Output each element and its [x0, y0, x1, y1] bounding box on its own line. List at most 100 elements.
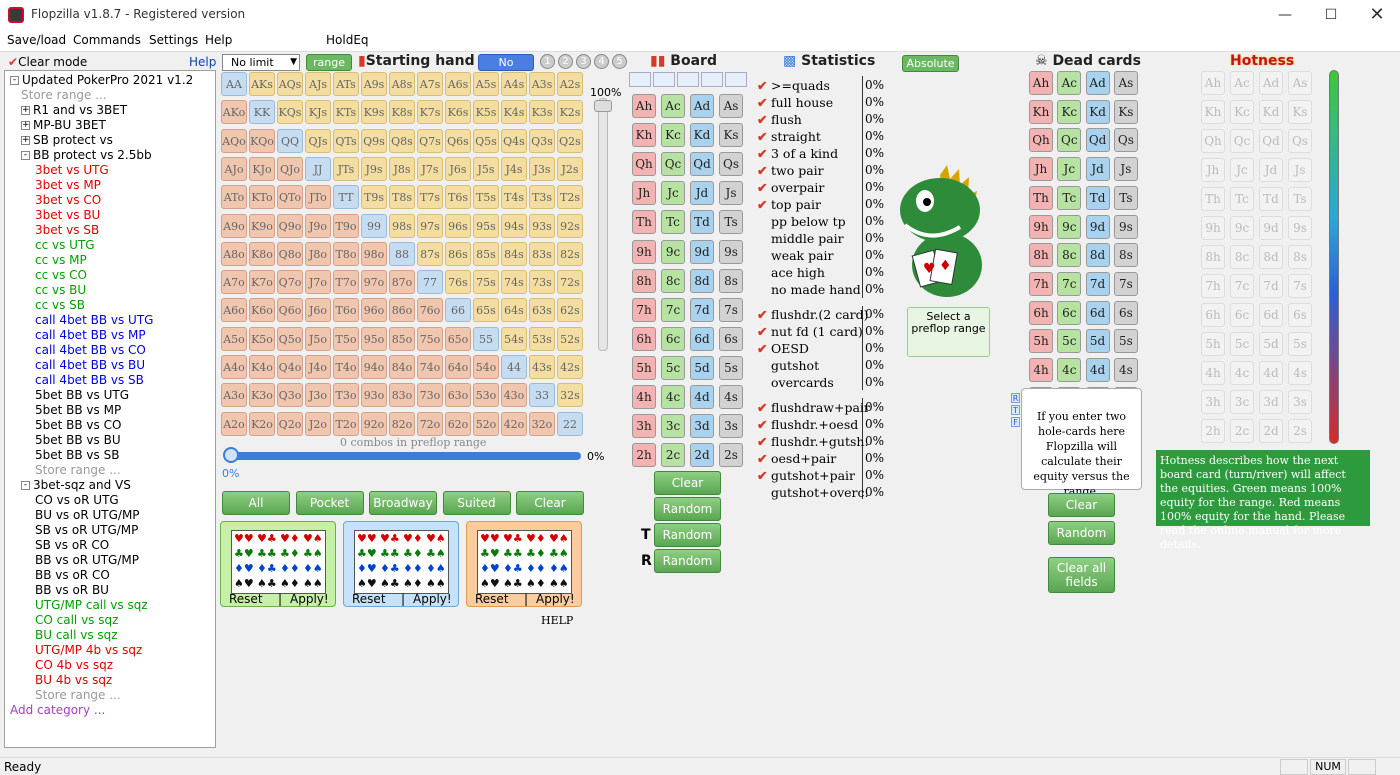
- tree-item[interactable]: UTG/MP 4b vs sqz: [35, 643, 142, 658]
- hand-cell[interactable]: 53s: [529, 326, 555, 351]
- hand-cell[interactable]: AQs: [277, 72, 303, 96]
- tree-item[interactable]: Store range ...: [35, 463, 121, 478]
- board-card[interactable]: 2s: [719, 443, 743, 468]
- board-card[interactable]: Kc: [661, 123, 685, 148]
- no-weight-button[interactable]: No weight: [478, 54, 534, 84]
- hand-cell[interactable]: T6s: [445, 185, 471, 210]
- board-card[interactable]: 7h: [632, 297, 656, 322]
- hand-cell[interactable]: 97o: [361, 270, 387, 295]
- hand-cell[interactable]: JTs: [333, 156, 359, 181]
- tree-item[interactable]: call 4bet BB vs UTG: [35, 313, 153, 328]
- apply-button[interactable]: Apply!: [413, 592, 452, 606]
- dead-card[interactable]: Ts: [1113, 185, 1138, 210]
- hotness-card[interactable]: 4s: [1288, 361, 1312, 385]
- board-card[interactable]: 7c: [661, 297, 685, 322]
- hand-cell[interactable]: J8s: [389, 156, 415, 181]
- stat-row[interactable]: ace high: [757, 264, 825, 281]
- board-card[interactable]: 4d: [690, 385, 714, 409]
- dead-card[interactable]: 5d: [1085, 329, 1110, 354]
- hotness-card[interactable]: 9h: [1201, 216, 1225, 240]
- hotness-card[interactable]: Qc: [1230, 129, 1254, 153]
- range-tree[interactable]: - Updated PokerPro 2021 v1.2 Store range .…: [4, 70, 216, 748]
- hand-cell[interactable]: J2o: [305, 411, 331, 436]
- hand-cell[interactable]: 22: [557, 411, 583, 436]
- hand-cell[interactable]: 85o: [389, 326, 415, 351]
- hand-cell[interactable]: KK: [249, 100, 275, 125]
- check-icon[interactable]: ✔: [757, 467, 771, 484]
- dead-card[interactable]: As: [1113, 71, 1138, 95]
- hand-cell[interactable]: A8o: [221, 241, 247, 266]
- hand-cell[interactable]: K3o: [249, 383, 275, 408]
- collapse-icon[interactable]: -: [10, 76, 19, 85]
- hand-cell[interactable]: AQo: [221, 128, 247, 153]
- tree-item[interactable]: - BB protect vs 2.5bb: [21, 148, 152, 163]
- tree-item[interactable]: 3bet vs BU: [35, 208, 100, 223]
- dead-card[interactable]: Qs: [1113, 128, 1138, 153]
- board-card[interactable]: 3c: [661, 414, 685, 439]
- suit-pair-icon[interactable]: ♣♠: [303, 547, 323, 560]
- hand-cell[interactable]: K5o: [249, 326, 275, 351]
- hand-cell[interactable]: 87s: [417, 241, 443, 266]
- board-card[interactable]: 9s: [719, 239, 743, 264]
- hand-cell[interactable]: 62o: [445, 411, 471, 436]
- stat-row[interactable]: ✔ full house: [757, 94, 833, 111]
- dead-card[interactable]: Kh: [1029, 99, 1053, 124]
- dead-card[interactable]: 6h: [1029, 300, 1053, 325]
- suit-pair-icon[interactable]: ♦♦: [526, 562, 546, 575]
- hand-cell[interactable]: 72o: [417, 411, 443, 436]
- board-card[interactable]: Qd: [690, 152, 714, 177]
- dead-card[interactable]: Js: [1113, 157, 1138, 182]
- suit-pair-icon[interactable]: ♥♠: [549, 532, 569, 545]
- suit-matrix[interactable]: ♥♥ ♥♣ ♥♦ ♥♠ ♣♥ ♣♣ ♣♦ ♣♠ ♦♥ ♦♣ ♦♦ ♦♠ ♠♥ ♠♣ ♠♦ ♠♠: [354, 530, 449, 594]
- hotness-card[interactable]: Ts: [1288, 187, 1312, 211]
- hand-cell[interactable]: 82s: [557, 241, 583, 266]
- suit-pair-icon[interactable]: ♠♣: [257, 577, 277, 590]
- suit-pair-icon[interactable]: ♣♦: [403, 547, 423, 560]
- suit-pair-icon[interactable]: ♠♣: [503, 577, 523, 590]
- check-icon[interactable]: ✔: [757, 306, 771, 323]
- dead-card[interactable]: Td: [1085, 185, 1110, 210]
- board-card[interactable]: 5d: [690, 355, 714, 380]
- expand-icon[interactable]: +: [21, 121, 30, 130]
- tree-item[interactable]: BU vs oR UTG/MP: [35, 508, 140, 523]
- suit-pair-icon[interactable]: ♦♣: [257, 562, 277, 575]
- dead-card[interactable]: 9h: [1029, 214, 1053, 239]
- hand-cell[interactable]: 99: [361, 213, 387, 238]
- hand-cell[interactable]: K6o: [249, 298, 275, 323]
- dead-clear-button[interactable]: Clear: [1048, 493, 1115, 517]
- hand-cell[interactable]: 76o: [417, 298, 443, 323]
- suit-matrix[interactable]: ♥♥ ♥♣ ♥♦ ♥♠ ♣♥ ♣♣ ♣♦ ♣♠ ♦♥ ♦♣ ♦♦ ♦♠ ♠♥ ♠♣ ♠♦ ♠♠: [231, 530, 326, 594]
- hand-cell[interactable]: 53o: [473, 383, 499, 408]
- board-slot[interactable]: [629, 72, 651, 87]
- hand-cell[interactable]: 95s: [473, 213, 499, 238]
- dead-card[interactable]: Jh: [1029, 157, 1053, 182]
- tree-item[interactable]: cc vs BU: [35, 283, 86, 298]
- tree-item[interactable]: BU call vs sqz: [35, 628, 118, 643]
- hand-cell[interactable]: 65s: [473, 298, 499, 323]
- board-card[interactable]: 6h: [632, 326, 656, 351]
- hand-cell[interactable]: 93s: [529, 213, 555, 238]
- board-card[interactable]: 2h: [632, 443, 656, 468]
- hand-cell[interactable]: 42o: [501, 411, 527, 436]
- hand-cell[interactable]: T6o: [333, 298, 359, 323]
- hand-cell[interactable]: 83s: [529, 241, 555, 266]
- suit-pair-icon[interactable]: ♠♠: [303, 577, 323, 590]
- dead-slot-f-toggle[interactable]: F: [1011, 417, 1020, 427]
- hand-cell[interactable]: Q7o: [277, 270, 303, 295]
- hand-cell[interactable]: K5s: [473, 100, 499, 125]
- board-card[interactable]: 3s: [719, 414, 743, 439]
- tree-item[interactable]: Store range ...: [35, 688, 121, 703]
- hand-cell[interactable]: J8o: [305, 241, 331, 266]
- dead-card[interactable]: 7c: [1057, 271, 1082, 296]
- suit-pair-icon[interactable]: ♣♥: [480, 547, 500, 560]
- hand-cell[interactable]: JTo: [305, 185, 331, 210]
- hand-cell[interactable]: T4o: [333, 355, 359, 379]
- hand-cell[interactable]: AJs: [305, 72, 331, 96]
- hotness-card[interactable]: Ks: [1288, 100, 1312, 124]
- board-card[interactable]: Jh: [632, 181, 656, 206]
- check-icon[interactable]: ✔: [757, 162, 771, 179]
- hand-cell[interactable]: 95o: [361, 326, 387, 351]
- hand-cell[interactable]: J4o: [305, 355, 331, 379]
- suit-pair-icon[interactable]: ♦♦: [403, 562, 423, 575]
- suit-pair-icon[interactable]: ♣♦: [280, 547, 300, 560]
